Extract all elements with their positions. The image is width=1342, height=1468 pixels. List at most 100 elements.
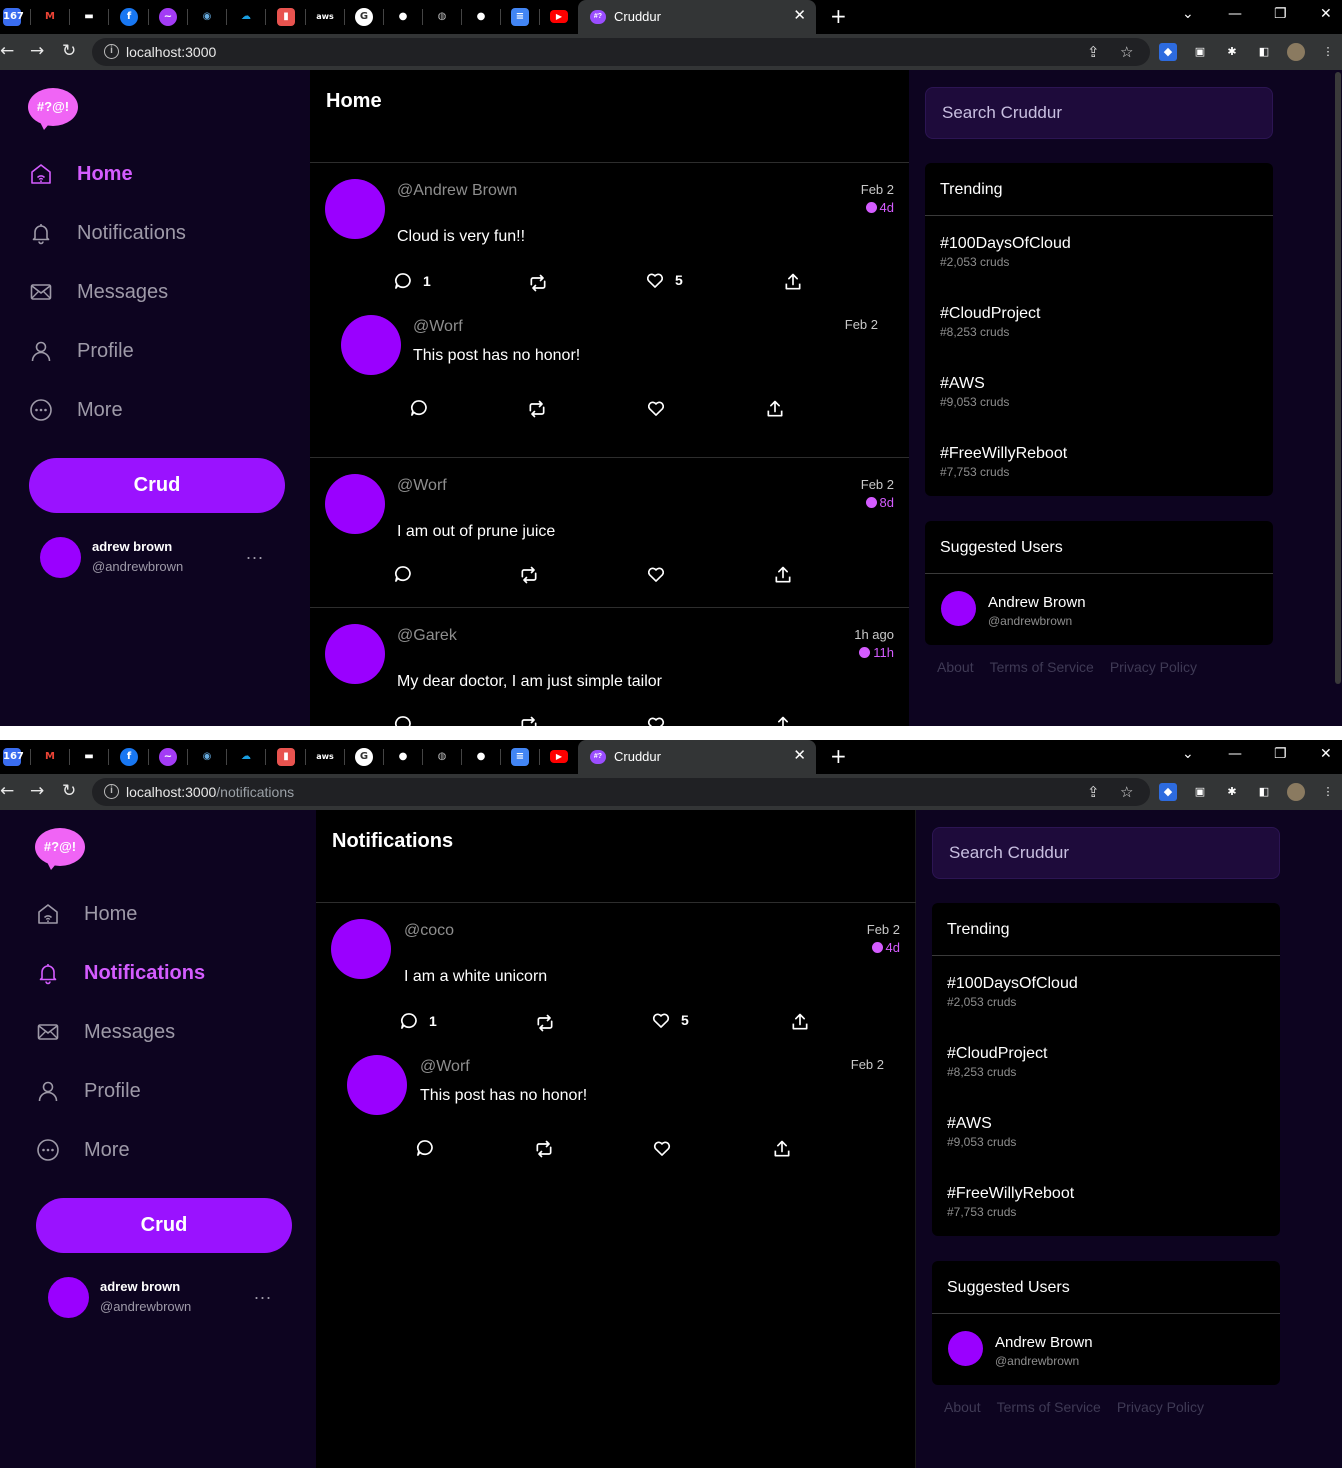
github-tab-icon[interactable]: ●: [394, 748, 412, 766]
like-button[interactable]: [646, 714, 666, 726]
repost-button[interactable]: [527, 399, 547, 419]
messenger-tab-icon[interactable]: ~: [159, 748, 177, 766]
url-field[interactable]: i localhost:3000/notifications ⇪ ☆: [92, 778, 1150, 806]
extension-shield-icon[interactable]: ◆: [1159, 43, 1177, 61]
pinned-tab-icon[interactable]: ▬: [80, 748, 98, 766]
bookmark-star-icon[interactable]: ☆: [1120, 43, 1133, 61]
share-button[interactable]: [790, 1012, 810, 1032]
facebook-tab-icon[interactable]: f: [120, 748, 138, 766]
profile-more-button[interactable]: ...: [246, 543, 264, 564]
tab-close-icon[interactable]: ✕: [793, 746, 806, 764]
share-button[interactable]: [765, 399, 785, 419]
tab-search-icon[interactable]: ⌄: [1182, 6, 1194, 22]
post-handle[interactable]: @Garek: [397, 627, 457, 645]
reply-button[interactable]: [393, 564, 413, 584]
new-tab-button[interactable]: +: [830, 744, 847, 768]
site-info-icon[interactable]: i: [104, 44, 119, 59]
privacy-link[interactable]: Privacy Policy: [1110, 659, 1197, 675]
maximize-button[interactable]: ❐: [1274, 6, 1287, 22]
globe-tab-icon[interactable]: ◍: [433, 748, 451, 766]
bookmark-star-icon[interactable]: ☆: [1120, 783, 1133, 801]
active-tab[interactable]: #? Cruddur ✕: [578, 740, 816, 774]
trending-item[interactable]: #100DaysOfCloud #2,053 cruds: [940, 235, 1071, 269]
terms-link[interactable]: Terms of Service: [990, 659, 1094, 675]
maximize-button[interactable]: ❐: [1274, 746, 1287, 762]
pinned-tab-badge-icon[interactable]: 167: [3, 748, 24, 766]
github-tab-icon-2[interactable]: ●: [472, 748, 490, 766]
site-info-icon[interactable]: i: [104, 784, 119, 799]
about-link[interactable]: About: [937, 659, 974, 675]
docs-tab-icon[interactable]: ≡: [511, 8, 529, 26]
avatar[interactable]: [347, 1055, 407, 1115]
terms-link[interactable]: Terms of Service: [997, 1399, 1101, 1415]
trending-item[interactable]: #100DaysOfCloud #2,053 cruds: [947, 975, 1078, 1009]
browser-menu-icon[interactable]: ⋮: [1319, 43, 1337, 61]
aws-tab-icon[interactable]: aws: [316, 748, 334, 766]
reply-handle[interactable]: @Worf: [413, 318, 463, 336]
share-button[interactable]: [773, 715, 793, 726]
cloud-tab-icon[interactable]: ☁: [237, 8, 255, 26]
close-window-button[interactable]: ✕: [1320, 6, 1332, 22]
browser-menu-icon[interactable]: ⋮: [1319, 783, 1337, 801]
share-page-icon[interactable]: ⇪: [1087, 783, 1100, 801]
search-input[interactable]: [932, 827, 1280, 879]
reply-button[interactable]: [415, 1138, 435, 1158]
pinned-eye-tab-icon[interactable]: ◉: [198, 8, 216, 26]
close-window-button[interactable]: ✕: [1320, 746, 1332, 762]
trending-item[interactable]: #CloudProject #8,253 cruds: [940, 305, 1041, 339]
suggested-user-name[interactable]: Andrew Brown: [988, 594, 1086, 611]
extensions-puzzle-icon[interactable]: ✱: [1223, 783, 1241, 801]
trending-item[interactable]: #CloudProject #8,253 cruds: [947, 1045, 1048, 1079]
post-item[interactable]: @Worf Feb 2 8d I am out of prune juice: [310, 458, 910, 607]
repost-button[interactable]: [534, 1139, 554, 1159]
repost-button[interactable]: [528, 273, 548, 293]
pinned-red-tab-icon[interactable]: ▮: [277, 8, 295, 26]
extension-window-icon[interactable]: ▣: [1191, 43, 1209, 61]
repost-button[interactable]: [519, 715, 539, 726]
post-handle[interactable]: @coco: [404, 922, 454, 940]
share-button[interactable]: [773, 565, 793, 585]
like-button[interactable]: 5: [645, 270, 683, 290]
gmail-tab-icon[interactable]: M: [41, 748, 59, 766]
reload-icon[interactable]: ↻: [62, 781, 76, 801]
extensions-puzzle-icon[interactable]: ✱: [1223, 43, 1241, 61]
new-tab-button[interactable]: +: [830, 4, 847, 28]
profile-card[interactable]: adrew brown @andrewbrown ...: [48, 1275, 288, 1319]
trending-item[interactable]: #AWS #9,053 cruds: [947, 1115, 1016, 1149]
avatar[interactable]: [341, 315, 401, 375]
google-tab-icon[interactable]: G: [355, 748, 373, 766]
sidebar-item-more[interactable]: More: [28, 390, 123, 430]
reply-button[interactable]: 1: [393, 271, 431, 291]
avatar[interactable]: [941, 591, 976, 626]
sidebar-item-more[interactable]: More: [35, 1130, 130, 1170]
extension-window-icon[interactable]: ▣: [1191, 783, 1209, 801]
profile-avatar-icon[interactable]: [1287, 783, 1305, 801]
share-button[interactable]: [783, 272, 803, 292]
profile-card[interactable]: adrew brown @andrewbrown ...: [40, 535, 280, 579]
pinned-eye-tab-icon[interactable]: ◉: [198, 748, 216, 766]
sidebar-item-messages[interactable]: Messages: [28, 272, 168, 312]
back-icon[interactable]: ←: [0, 41, 14, 61]
reply-button[interactable]: 1: [399, 1011, 437, 1031]
avatar[interactable]: [325, 179, 385, 239]
profile-avatar-icon[interactable]: [1287, 43, 1305, 61]
reply-button[interactable]: [409, 398, 429, 418]
avatar[interactable]: [331, 919, 391, 979]
like-button[interactable]: [652, 1138, 672, 1158]
about-link[interactable]: About: [944, 1399, 981, 1415]
like-button[interactable]: [646, 564, 666, 584]
back-icon[interactable]: ←: [0, 781, 14, 801]
google-tab-icon[interactable]: G: [355, 8, 373, 26]
tab-search-icon[interactable]: ⌄: [1182, 746, 1194, 762]
trending-item[interactable]: #FreeWillyReboot #7,753 cruds: [940, 445, 1067, 479]
post-item[interactable]: @Garek 1h ago 11h My dear doctor, I am j…: [310, 608, 910, 726]
sidebar-item-home[interactable]: Home: [28, 154, 133, 194]
privacy-link[interactable]: Privacy Policy: [1117, 1399, 1204, 1415]
profile-more-button[interactable]: ...: [254, 1283, 272, 1304]
youtube-tab-icon[interactable]: ▶: [550, 750, 568, 763]
cruddur-logo[interactable]: #?@!: [28, 88, 78, 130]
side-panel-icon[interactable]: ◧: [1255, 783, 1273, 801]
forward-icon[interactable]: →: [30, 781, 44, 801]
sidebar-item-home[interactable]: Home: [35, 894, 137, 934]
reload-icon[interactable]: ↻: [62, 41, 76, 61]
